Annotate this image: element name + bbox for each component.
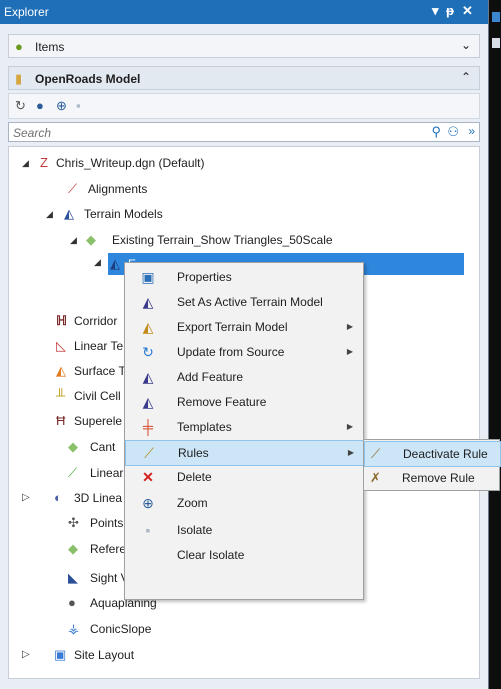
collapse-arrow-icon[interactable]: ◢ — [94, 257, 101, 268]
alignment-icon: ⟋ — [68, 181, 78, 196]
corridor-icon: ℍ — [56, 313, 68, 328]
items-section-header[interactable]: ● Items ⌄ — [8, 34, 480, 58]
terrain-models-icon: ◭ — [64, 206, 74, 221]
add-feature-icon: ◭ — [142, 369, 154, 385]
submenu-item-remove-rule[interactable]: ✗ Remove Rule — [364, 466, 499, 490]
search-user-icon[interactable]: ⚇ — [447, 124, 459, 140]
isolate-icon: ▪ — [145, 522, 151, 538]
rules-icon: ⟋ — [144, 445, 154, 461]
explorer-title-bar: Explorer ▾ ᵽ ✕ — [0, 0, 488, 24]
submenu-arrow-icon: ▶ — [346, 347, 353, 356]
items-label: Items — [35, 40, 65, 54]
remove-rule-icon: ✗ — [370, 470, 381, 485]
menu-item-update-from-source[interactable]: ↻ Update from Source ▶ — [125, 340, 363, 364]
superelevation-icon: Ħ — [56, 413, 66, 428]
panel-tab-icon — [492, 12, 500, 22]
conicslope-icon: ⚶ — [68, 621, 80, 636]
search-icon[interactable]: ⚲ — [431, 124, 441, 140]
chevron-down-icon[interactable]: ⌄ — [461, 38, 471, 52]
cant-icon: ◆ — [68, 439, 78, 454]
menu-item-rules[interactable]: ⟋ Rules ▶ — [125, 440, 365, 466]
menu-item-set-active-terrain[interactable]: ◭ Set As Active Terrain Model — [125, 290, 363, 314]
zoom-icon: ⊕ — [142, 495, 154, 511]
zoom-icon[interactable]: ⊕ — [56, 98, 67, 114]
menu-item-properties[interactable]: ▣ Properties — [125, 265, 363, 289]
collapse-arrow-icon[interactable]: ◢ — [46, 203, 56, 225]
submenu-item-deactivate-rule[interactable]: ⟋ Deactivate Rule — [364, 441, 501, 467]
terrain-icon: ◆ — [86, 232, 96, 247]
search-input[interactable] — [11, 124, 415, 142]
linear-template-icon: ◺ — [56, 338, 66, 353]
submenu-arrow-icon: ▶ — [347, 448, 354, 457]
items-icon: ● — [15, 39, 23, 54]
sight-visibility-icon: ◣ — [68, 570, 78, 585]
expand-search-icon[interactable]: » — [468, 124, 475, 138]
globe-icon[interactable]: ● — [36, 98, 44, 113]
menu-item-clear-isolate[interactable]: Clear Isolate — [125, 543, 363, 567]
menu-item-add-feature[interactable]: ◭ Add Feature — [125, 365, 363, 389]
window-title: Explorer — [4, 5, 49, 19]
menu-item-isolate[interactable]: ▪ Isolate — [125, 518, 363, 542]
refresh-icon[interactable]: ↻ — [15, 98, 26, 114]
site-layout-icon: ▣ — [54, 647, 67, 662]
pin-icon[interactable]: ᵽ — [446, 3, 454, 18]
explorer-toolbar: ↻ ● ⊕ ▪ — [8, 93, 480, 119]
templates-icon: ╪ — [143, 419, 153, 435]
export-terrain-icon: ◭ — [142, 319, 154, 335]
rules-submenu: ⟋ Deactivate Rule ✗ Remove Rule — [363, 439, 501, 491]
submenu-arrow-icon: ▶ — [346, 322, 353, 331]
reference-icon: ◆ — [68, 541, 78, 556]
points-icon: ✣ — [68, 515, 79, 530]
menu-item-templates[interactable]: ╪ Templates ▶ — [125, 415, 363, 439]
chevron-up-icon[interactable]: ⌃ — [461, 70, 471, 84]
deactivate-rule-icon: ⟋ — [371, 446, 381, 461]
expand-arrow-icon[interactable]: ▷ — [22, 644, 32, 666]
menu-item-remove-feature[interactable]: ◭ Remove Feature — [125, 390, 363, 414]
submenu-arrow-icon: ▶ — [346, 422, 353, 431]
set-active-terrain-icon: ◭ — [142, 294, 154, 310]
expand-arrow-icon[interactable]: ▷ — [22, 487, 32, 509]
collapse-arrow-icon[interactable]: ◢ — [70, 229, 80, 251]
search-bar: ⚲ ⚇ » — [8, 122, 480, 142]
adjacent-panel-edge — [488, 0, 501, 689]
model-icon: ▮ — [15, 71, 23, 86]
menu-item-delete[interactable]: ✕ Delete — [125, 465, 363, 489]
collapse-arrow-icon[interactable]: ◢ — [22, 152, 32, 174]
menu-item-export-terrain[interactable]: ◭ Export Terrain Model ▶ — [125, 315, 363, 339]
surface-template-icon: ◭ — [56, 363, 66, 378]
terrain-model-icon: ◭ — [110, 256, 120, 271]
3d-linear-icon: ◐ — [54, 490, 62, 505]
aquaplaning-icon: ● — [68, 595, 76, 610]
civil-cell-icon: ╨ — [56, 388, 66, 403]
remove-feature-icon: ◭ — [142, 394, 154, 410]
menu-item-zoom[interactable]: ⊕ Zoom — [125, 491, 363, 515]
openroads-model-section-header[interactable]: ▮ OpenRoads Model ⌃ — [8, 66, 480, 90]
context-menu: ▣ Properties ◭ Set As Active Terrain Mod… — [124, 262, 365, 600]
properties-icon: ▣ — [141, 269, 155, 285]
dropdown-icon[interactable]: ▾ — [432, 3, 439, 19]
dgn-file-icon: Z — [40, 155, 48, 170]
openroads-model-label: OpenRoads Model — [35, 72, 141, 86]
isolate-icon[interactable]: ▪ — [76, 98, 81, 113]
delete-icon: ✕ — [142, 469, 154, 485]
close-icon[interactable]: ✕ — [462, 3, 473, 19]
linear-geometry-icon: ⟋ — [68, 465, 78, 480]
panel-tab-icon-2 — [492, 38, 500, 48]
update-icon: ↻ — [142, 344, 154, 360]
